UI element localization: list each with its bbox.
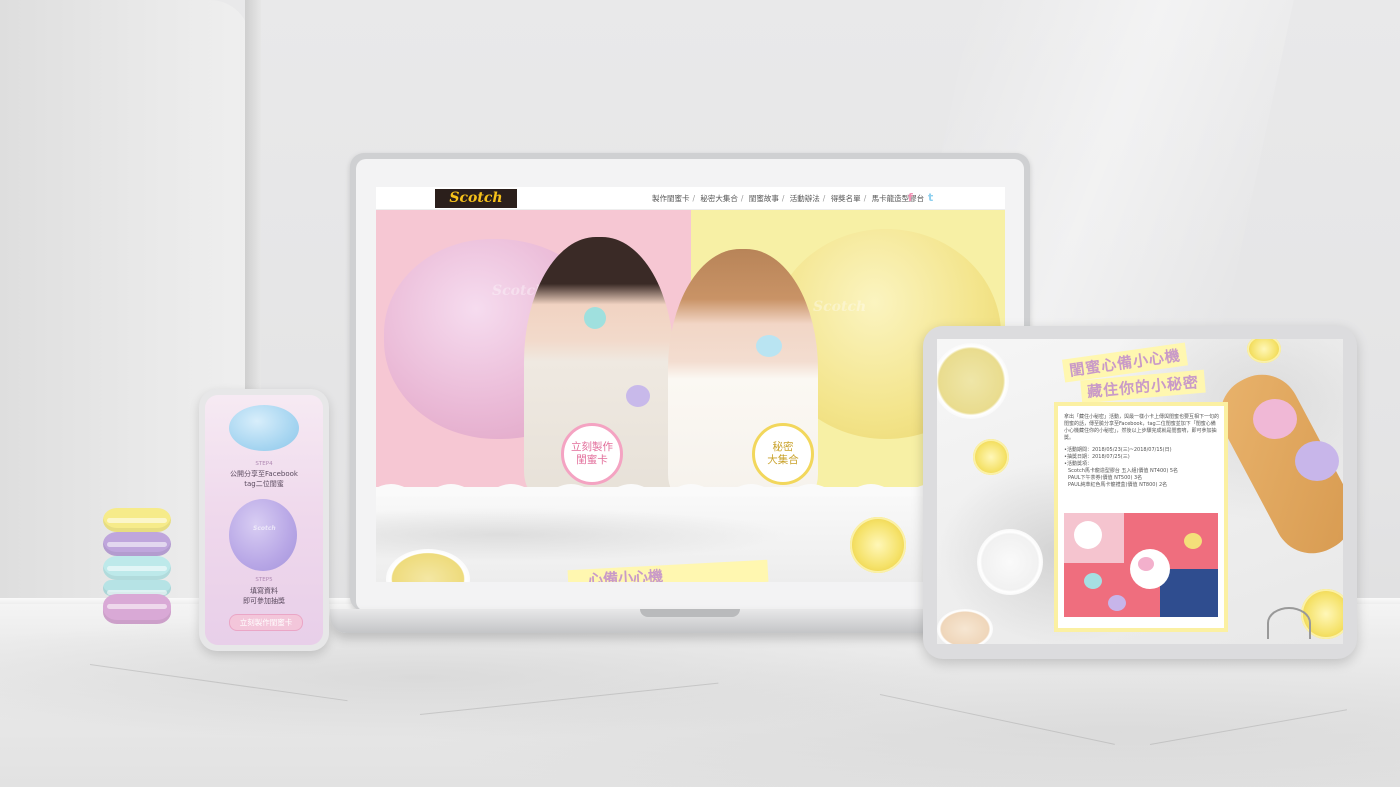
mini-macaron-mint (584, 307, 606, 329)
make-card-button[interactable]: 立刻製作閨蜜卡 (229, 614, 303, 631)
blue-macaron-image (229, 405, 299, 451)
macaron-yellow (103, 508, 171, 532)
laptop-notch (640, 609, 740, 617)
cta-secrets-label: 秘密 大集合 (767, 441, 799, 466)
lemon-slice (850, 517, 906, 573)
macaron-brand-text: Scotch (813, 299, 867, 315)
marble-vein (879, 694, 1115, 745)
nav-menu: 製作閨蜜卡 / 秘密大集合 / 閨蜜故事 / 活動辦法 / 得獎名單 / 馬卡龍造型膠台 (652, 193, 927, 204)
mini-macaron-blue (756, 335, 782, 357)
campaign-intro: 拿出「藏住小秘密」活動，與最一樣小卡上傳與閨蜜也要互相下一句的閨蜜的話，傳至臉分… (1064, 414, 1220, 441)
site-header: Scotch 製作閨蜜卡 / 秘密大集合 / 閨蜜故事 / 活動辦法 / 得獎名單 / 馬… (376, 187, 1005, 210)
tablet-screen: 閨蜜心備小心機 藏住你的小秘密 拿出「藏住小秘密」活動，與最一樣小卡上傳與閨蜜也… (937, 339, 1343, 644)
campaign-announce-date: •抽獎日期：2018/07/25(三) (1064, 454, 1130, 460)
photo-navy-block (1160, 569, 1218, 617)
cta-secrets-button[interactable]: 秘密 大集合 (752, 423, 814, 485)
scotch-logo[interactable]: Scotch (435, 189, 517, 208)
nav-separator: / (822, 194, 826, 203)
marble-vein (1149, 709, 1348, 745)
mini-macaron (1138, 557, 1154, 571)
nav-separator: / (740, 194, 744, 203)
prize-item: Scotch馬卡龍造型膠台 五入組(價值 NT400) 5名 (1068, 468, 1179, 474)
campaign-info-card: 拿出「藏住小秘密」活動，與最一樣小卡上傳與閨蜜也要互相下一句的閨蜜的話，傳至臉分… (1054, 402, 1228, 632)
prize-item: PAUL純萃紅色馬卡龍禮盒(價值 NT800) 2名 (1068, 482, 1168, 488)
cta-make-card-button[interactable]: 立刻製作 閨蜜卡 (561, 423, 623, 485)
whisk (1267, 607, 1311, 639)
nav-item-secrets[interactable]: 秘密大集合 (700, 194, 738, 203)
flour-bowl (977, 529, 1043, 595)
nav-item-make-card[interactable]: 製作閨蜜卡 (652, 194, 690, 203)
nav-item-winners[interactable]: 得獎名單 (831, 194, 861, 203)
macaron-brand-text: Scotch (253, 525, 276, 532)
nav-separator: / (692, 194, 696, 203)
macaron-pink (103, 594, 171, 624)
macaron-purple (103, 532, 171, 556)
mini-macaron (1184, 533, 1202, 549)
nav-separator: / (781, 194, 785, 203)
laptop-screen: Scotch Scotch 立刻製作 閨蜜卡 秘密 大集合 心備小心機 Scot… (376, 187, 1005, 582)
lemon-slice (1247, 339, 1281, 363)
macaron-mint (103, 556, 171, 580)
mini-macaron-purple (626, 385, 650, 407)
step5-text: 填寫資料 即可參加抽獎 (243, 587, 285, 605)
campaign-prize-title: •活動獎項： (1064, 461, 1092, 467)
prize-item: PAUL下午茶券(價值 NT500) 3名 (1068, 475, 1143, 481)
step4-text: 公開分享至Facebook tag二位閨蜜 (230, 470, 298, 488)
mini-macaron (1084, 573, 1102, 589)
lemon-slice (973, 439, 1009, 475)
cream-bowl (937, 343, 1009, 419)
macaron-flatlay-photo (1064, 513, 1218, 617)
nav-item-stories[interactable]: 閨蜜故事 (749, 194, 779, 203)
macaron-pink (1253, 399, 1297, 439)
marble-vein (419, 682, 719, 715)
phone-screen: STEP4 公開分享至Facebook tag二位閨蜜 Scotch STEP5… (205, 395, 323, 645)
teacup (1074, 521, 1102, 549)
egg-bowl (937, 609, 993, 644)
step5-label: STEP5 (255, 577, 273, 583)
mini-macaron (1108, 595, 1126, 611)
facebook-icon[interactable]: f (908, 191, 913, 204)
twitter-icon[interactable]: t (928, 191, 933, 204)
nav-item-macaron-dispenser[interactable]: 馬卡龍造型膠台 (872, 194, 925, 203)
marble-vein (89, 664, 348, 702)
nav-separator: / (863, 194, 867, 203)
macaron-purple (1295, 441, 1339, 481)
cta-make-card-label: 立刻製作 閨蜜卡 (571, 441, 613, 466)
step4-label: STEP4 (255, 461, 273, 467)
nav-item-rules[interactable]: 活動辦法 (790, 194, 820, 203)
campaign-period: •活動期間：2018/05/23(三)~2018/07/15(日) (1064, 447, 1172, 453)
wave-divider (376, 484, 1005, 496)
purple-macaron-image: Scotch (229, 499, 297, 571)
